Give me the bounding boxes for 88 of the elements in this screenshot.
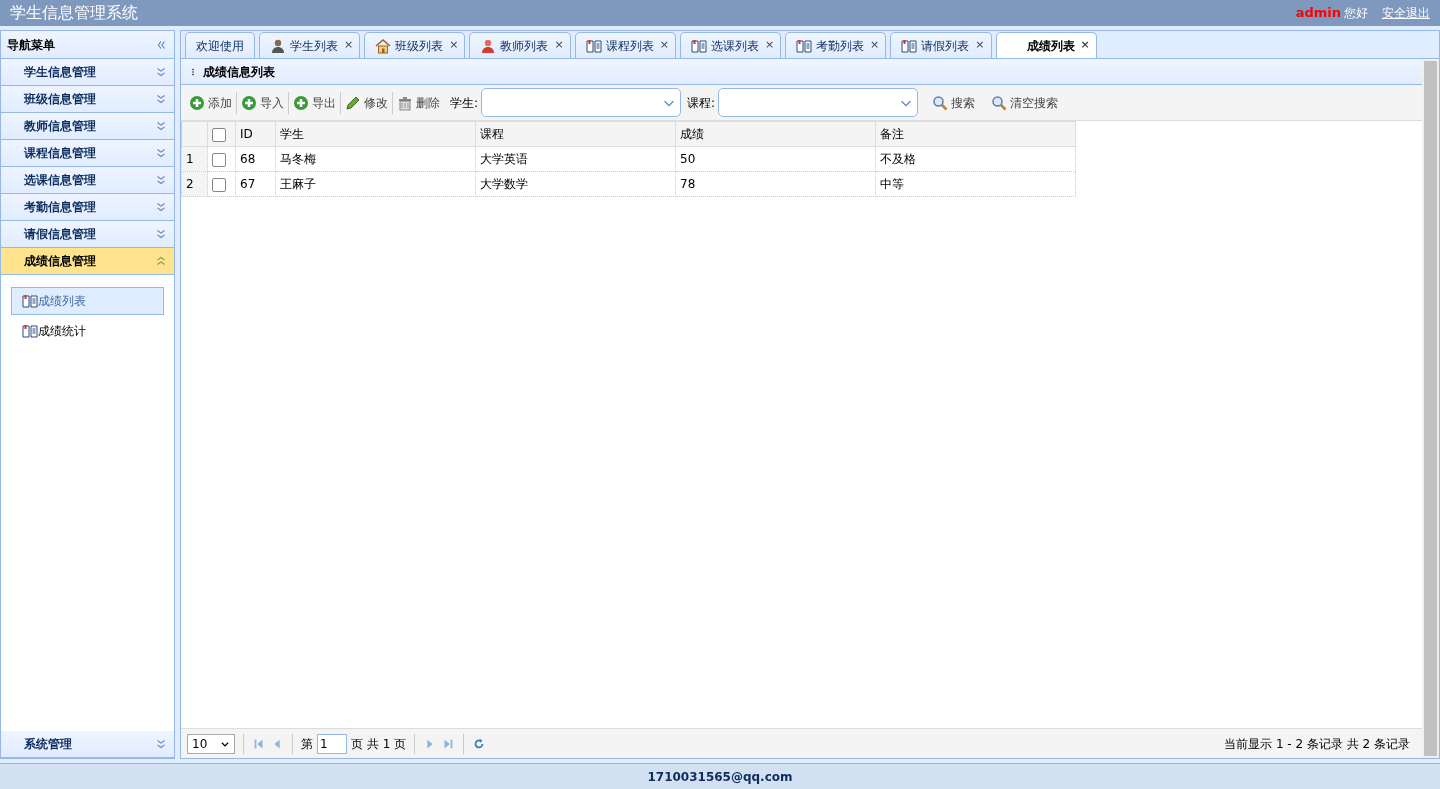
toolbar-button[interactable]: 修改 [341, 91, 393, 114]
tab[interactable]: 班级列表 × [364, 32, 466, 58]
search-icon [991, 94, 1008, 111]
book-icon [690, 37, 707, 54]
combo-box[interactable] [718, 88, 919, 117]
table-cell: 50 [675, 146, 876, 172]
accordion-label[interactable]: 系统管理 [24, 735, 72, 753]
person-icon [480, 37, 497, 54]
record-info: 当前显示 1 - 2 条记录 共 2 条记录 [1224, 735, 1410, 753]
close-button[interactable]: × [1080, 37, 1090, 54]
row-number: 2 [181, 171, 208, 197]
double-chevron-down-icon[interactable] [154, 146, 168, 160]
tab[interactable]: 考勤列表 × [785, 32, 887, 58]
footer-email: 1710031565@qq.com [0, 763, 1440, 789]
plus-icon [241, 94, 257, 111]
column-header[interactable]: 课程 [475, 121, 676, 147]
search-button[interactable]: 清空搜索 [983, 91, 1067, 114]
book-icon [796, 37, 813, 54]
double-chevron-down-icon[interactable] [154, 200, 168, 214]
nav-item[interactable]: 成绩列表 [11, 287, 164, 315]
book-icon [901, 37, 918, 54]
row-number: 1 [181, 146, 208, 172]
scrollbar[interactable] [1422, 59, 1439, 758]
user-name: admin [1295, 4, 1341, 23]
page-size-select[interactable]: 10 [187, 733, 235, 754]
page-label: 第 [301, 735, 313, 753]
app-title: 学生信息管理系统 [10, 2, 138, 24]
column-header[interactable]: ID [235, 121, 276, 147]
table-cell: 78 [675, 171, 876, 197]
filter-label: 学生: [450, 94, 479, 112]
person-icon [270, 37, 286, 54]
close-button[interactable]: × [659, 37, 669, 54]
table-cell: 不及格 [875, 146, 1076, 172]
table-cell: 68 [235, 146, 276, 172]
table-cell: 马冬梅 [275, 146, 476, 172]
table-cell: 大学英语 [475, 146, 676, 172]
filter-label: 课程: [687, 94, 716, 112]
tab[interactable]: 教师列表 × [469, 32, 571, 58]
double-chevron-down-icon[interactable] [154, 119, 168, 133]
trash-icon [397, 94, 413, 111]
toolbar-button[interactable]: 删除 [393, 91, 444, 114]
table-cell: 67 [235, 171, 276, 197]
toolbar-button[interactable]: 导入 [237, 91, 289, 114]
double-chevron-down-icon[interactable] [154, 227, 168, 241]
close-button[interactable]: × [344, 37, 354, 54]
book-icon [22, 323, 38, 339]
close-button[interactable]: × [975, 37, 985, 54]
column-header[interactable]: 学生 [275, 121, 476, 147]
toolbar-button[interactable]: 导出 [289, 91, 341, 114]
nav-item[interactable]: 成绩统计 [11, 317, 164, 345]
table-cell: 大学数学 [475, 171, 676, 197]
tab[interactable]: 选课列表 × [679, 32, 782, 58]
column-header[interactable]: 备注 [875, 121, 1076, 147]
double-chevron-up-icon[interactable] [154, 254, 168, 268]
close-button[interactable]: × [554, 37, 564, 54]
greeting-text: 您好 [1344, 5, 1368, 22]
tab[interactable]: 学生列表 × [259, 32, 361, 58]
pencil-icon [345, 94, 361, 111]
combo-box[interactable] [481, 88, 682, 117]
plus-icon [293, 94, 309, 111]
row-checkbox[interactable] [212, 177, 226, 192]
table-cell: 王麻子 [275, 171, 476, 197]
panel-title: 成绩信息列表 [203, 63, 275, 81]
plus-icon [189, 94, 205, 111]
page-input[interactable]: 1 [317, 733, 347, 754]
tab[interactable]: 课程列表 × [574, 32, 676, 58]
column-header[interactable]: 成绩 [675, 121, 876, 147]
double-chevron-down-icon[interactable] [154, 92, 168, 106]
close-button[interactable]: × [870, 37, 880, 54]
search-button[interactable]: 搜索 [924, 91, 984, 114]
double-chevron-down-icon[interactable] [154, 737, 168, 751]
row-checkbox[interactable] [212, 152, 226, 167]
close-button[interactable]: × [764, 37, 775, 54]
book-icon [585, 37, 602, 54]
tab[interactable]: 欢迎使用 [185, 32, 255, 58]
nav-title: 导航菜单 [7, 36, 55, 54]
double-chevron-down-icon[interactable] [154, 173, 168, 187]
table-cell: 中等 [875, 171, 1076, 197]
house-icon [375, 37, 392, 54]
close-button[interactable]: × [449, 37, 459, 54]
select-all-checkbox[interactable] [212, 127, 226, 142]
double-chevron-down-icon[interactable] [154, 65, 168, 79]
tab[interactable]: 请假列表 × [890, 32, 992, 58]
search-icon [932, 94, 949, 111]
book-icon [22, 293, 38, 309]
tab[interactable]: 成绩列表 × [995, 32, 1097, 58]
toolbar-button[interactable]: 添加 [185, 91, 237, 114]
page-count: 页 共 1 页 [351, 735, 407, 753]
